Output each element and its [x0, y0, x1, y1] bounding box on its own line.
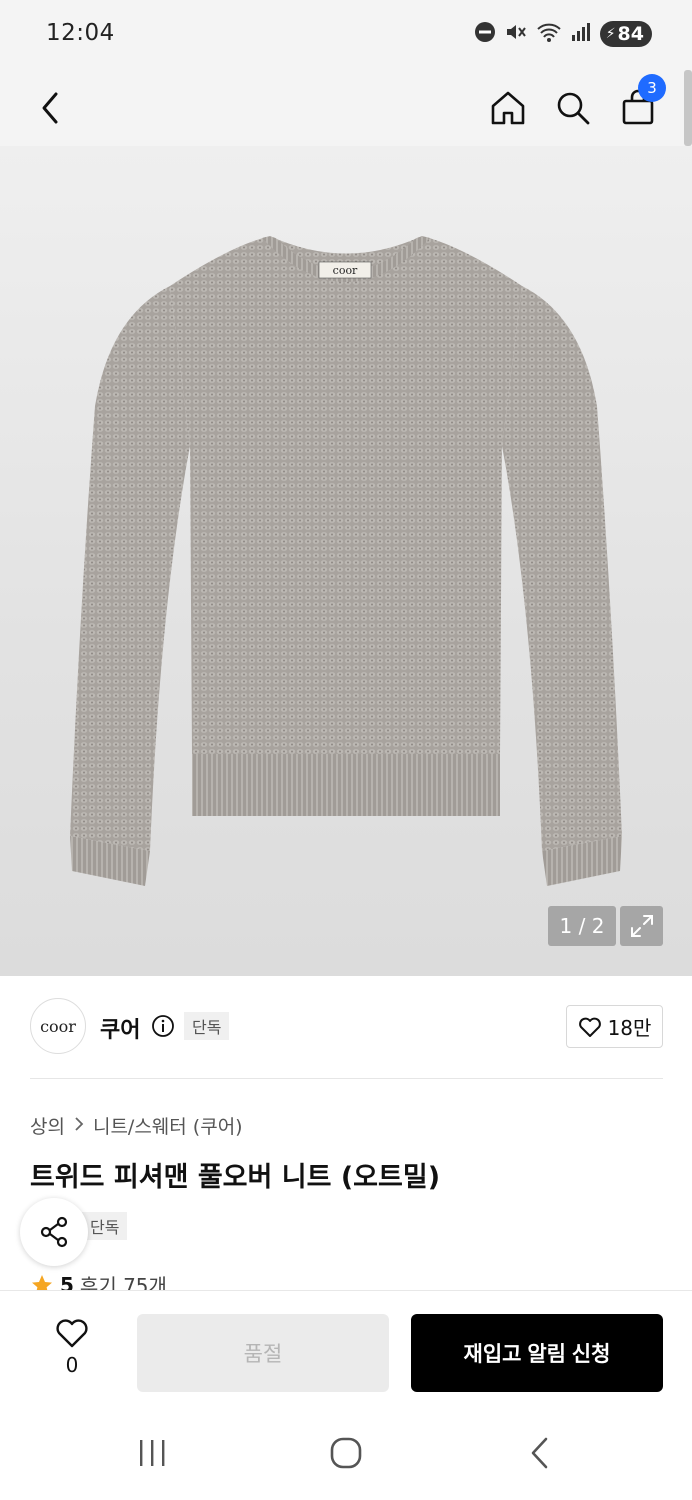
charging-icon: ⚡ — [605, 26, 616, 42]
divider — [30, 1078, 663, 1079]
breadcrumb-subcategory[interactable]: 니트/스웨터 (쿠어) — [93, 1112, 243, 1139]
system-back-button[interactable] — [510, 1428, 570, 1478]
brand-like-count: 18만 — [607, 1016, 652, 1040]
brand-name[interactable]: 쿠어 — [100, 1012, 140, 1044]
system-home-button[interactable] — [316, 1428, 376, 1478]
action-bar: 0 품절 재입고 알림 신청 — [0, 1290, 692, 1406]
breadcrumb-category[interactable]: 상의 — [30, 1112, 65, 1139]
share-button[interactable] — [20, 1198, 88, 1266]
wifi-icon — [536, 21, 562, 47]
search-button[interactable] — [543, 70, 603, 146]
heart-icon — [578, 1017, 601, 1037]
mute-icon — [504, 21, 528, 47]
scrollbar[interactable] — [684, 70, 692, 146]
info-icon[interactable] — [151, 1014, 175, 1042]
soldout-button[interactable]: 품절 — [137, 1314, 389, 1392]
wishlist-count: 0 — [65, 1353, 79, 1377]
battery-level: 84 — [617, 23, 644, 45]
product-title: 트위드 피셔맨 풀오버 니트 (오트밀) — [30, 1162, 441, 1193]
product-exclusive-tag: 단독 — [82, 1212, 128, 1240]
brand-logo[interactable]: coor — [30, 998, 86, 1054]
system-nav — [0, 1406, 692, 1500]
brand-row: coor 쿠어 단독 18만 — [0, 976, 692, 1078]
breadcrumb: 상의 니트/스웨터 (쿠어) — [30, 1112, 243, 1139]
battery-indicator: ⚡ 84 — [599, 21, 652, 47]
expand-icon — [630, 915, 653, 937]
cart-button[interactable]: 3 — [608, 70, 668, 146]
recent-apps-button[interactable] — [122, 1428, 182, 1478]
garment-label: coor — [332, 263, 358, 277]
home-circle-icon — [330, 1437, 362, 1469]
home-icon — [491, 91, 525, 125]
top-nav: 3 — [0, 70, 692, 146]
image-counter: 1 / 2 — [548, 906, 616, 946]
home-button[interactable] — [478, 70, 538, 146]
search-icon — [557, 92, 590, 125]
brand-logo-text: coor — [40, 1016, 76, 1036]
chevron-left-icon — [42, 92, 58, 124]
back-button[interactable] — [20, 70, 80, 146]
chevron-left-icon — [531, 1437, 548, 1469]
chevron-right-icon — [73, 1115, 85, 1137]
recent-apps-icon — [140, 1440, 165, 1466]
status-bar: 12:04 ⚡ 84 — [0, 0, 692, 70]
heart-icon — [56, 1319, 88, 1348]
dnd-icon — [474, 21, 496, 47]
exclusive-tag: 단독 — [184, 1012, 230, 1040]
product-image[interactable]: coor — [0, 146, 692, 976]
status-time: 12:04 — [46, 20, 115, 46]
share-icon — [40, 1216, 68, 1248]
signal-icon — [570, 21, 592, 47]
status-icons: ⚡ 84 — [474, 20, 652, 48]
expand-image-button[interactable] — [620, 906, 663, 946]
cart-count-badge: 3 — [638, 74, 666, 102]
brand-like-button[interactable]: 18만 — [566, 1005, 663, 1048]
restock-alert-button[interactable]: 재입고 알림 신청 — [411, 1314, 663, 1392]
wishlist-button[interactable]: 0 — [40, 1317, 104, 1381]
